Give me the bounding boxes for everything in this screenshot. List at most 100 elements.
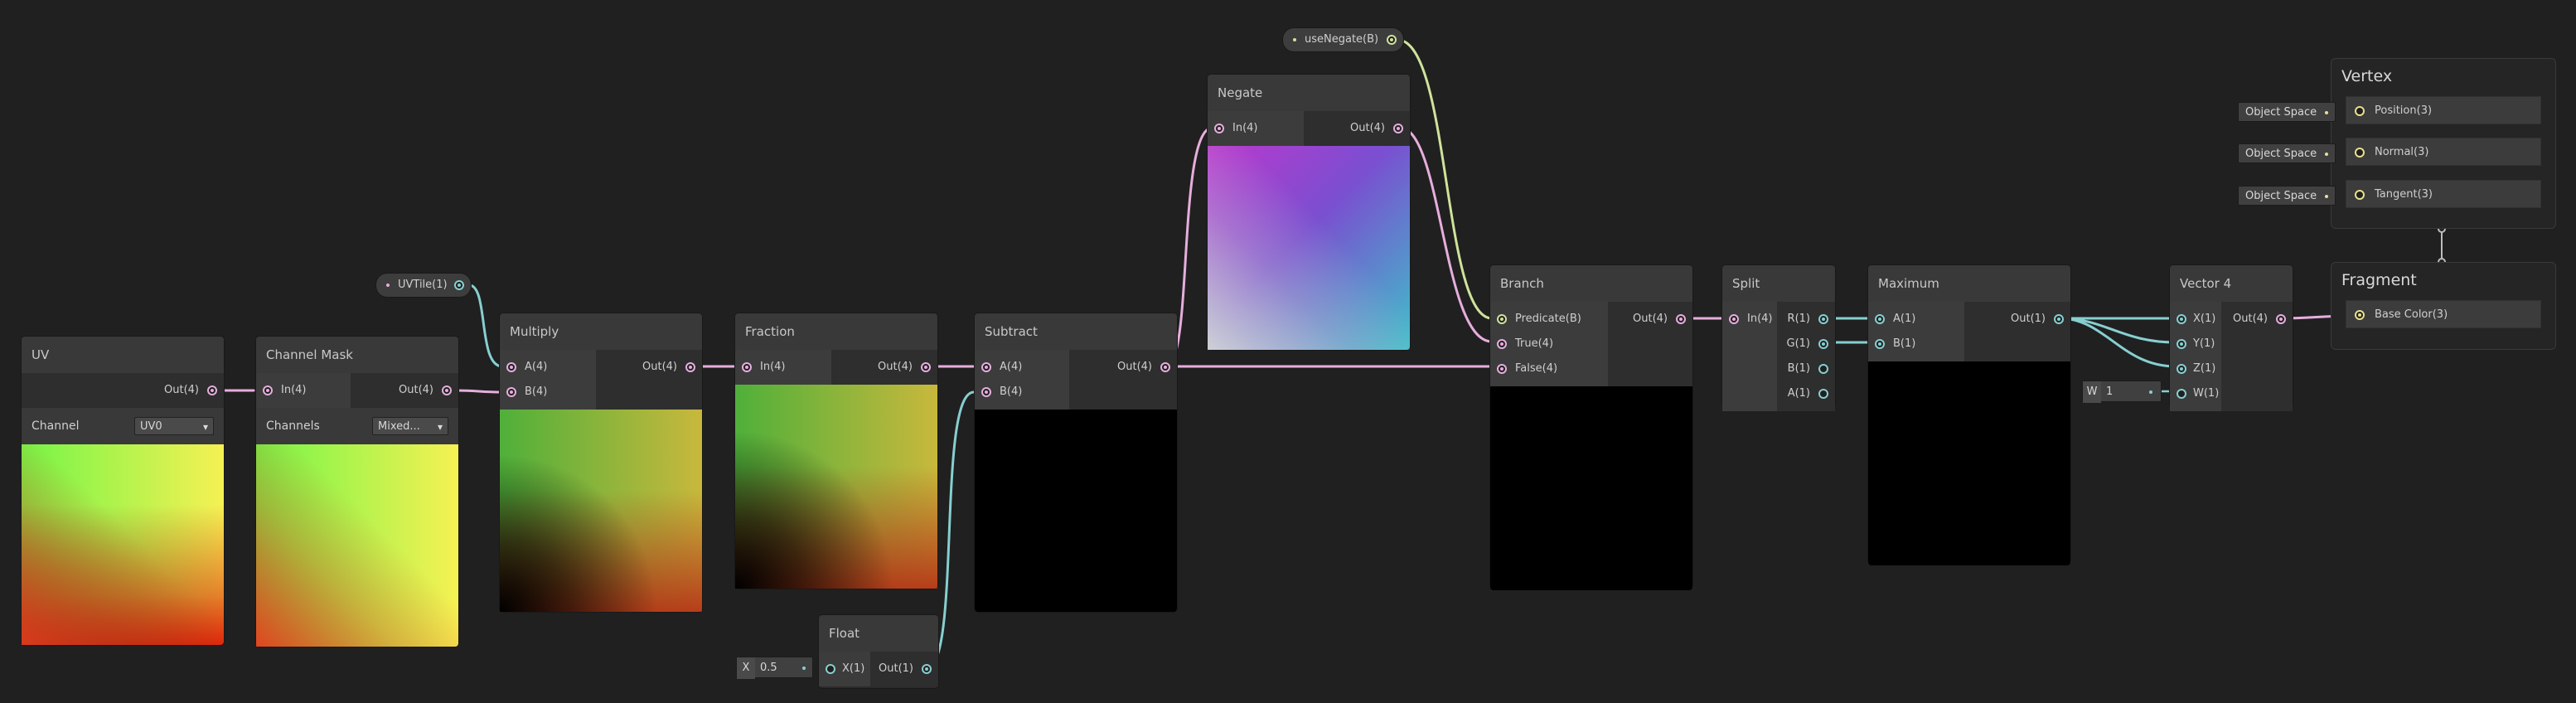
position-space-field[interactable]: Object Space — [2238, 102, 2336, 122]
multiply-in-a-dot[interactable] — [506, 362, 516, 372]
subtract-in-a-port[interactable]: A(4) — [975, 355, 1069, 380]
float-out-port[interactable]: Out(1) — [870, 657, 938, 681]
fraction-in-dot[interactable] — [742, 362, 752, 372]
vector4-w-field[interactable]: W1 — [2082, 381, 2162, 403]
branch-false-dot[interactable] — [1497, 364, 1507, 374]
uvtile-property-node[interactable]: UVTile(1) — [376, 274, 471, 297]
split-node[interactable]: Split In(4) R(1) G(1) B(1) A(1) — [1722, 265, 1835, 411]
vertex-block-position[interactable]: Position(3) — [2346, 96, 2541, 124]
maximum-out-port[interactable]: Out(1) — [1964, 307, 2070, 332]
vector4-z-dot[interactable] — [2177, 364, 2186, 374]
multiply-node[interactable]: Multiply A(4) B(4) Out(4) — [500, 313, 702, 612]
float-node[interactable]: Float X(1) Out(1) — [819, 615, 938, 688]
vector4-y-port[interactable]: Y(1) — [2170, 332, 2221, 356]
subtract-title: Subtract — [975, 313, 1177, 350]
vector4-out-dot[interactable] — [2276, 314, 2286, 324]
maximum-out-dot[interactable] — [2054, 314, 2064, 324]
fraction-node[interactable]: Fraction In(4) Out(4) — [735, 313, 937, 589]
branch-node[interactable]: Branch Predicate(B) True(4) False(4) Out… — [1490, 265, 1692, 590]
fraction-title: Fraction — [735, 313, 937, 350]
multiply-out-port[interactable]: Out(4) — [596, 355, 702, 380]
negate-preview — [1208, 146, 1410, 350]
negate-in-port[interactable]: In(4) — [1208, 116, 1304, 141]
maximum-in-b-dot[interactable] — [1875, 339, 1885, 349]
float-in-dot[interactable] — [826, 664, 835, 674]
vertex-block-tangent[interactable]: Tangent(3) — [2346, 180, 2541, 208]
uvtile-out-dot[interactable] — [453, 280, 464, 290]
channel-mask-out-port[interactable]: Out(4) — [351, 378, 458, 403]
channel-mask-in-dot[interactable] — [263, 385, 273, 395]
channel-mask-channels-dropdown[interactable]: Mixed... — [372, 417, 448, 436]
base-color-dot[interactable] — [2355, 310, 2365, 320]
uv-channel-dropdown[interactable]: UV0 — [134, 417, 214, 436]
split-in-port[interactable]: In(4) — [1722, 307, 1777, 332]
fraction-out-dot[interactable] — [921, 362, 931, 372]
subtract-out-dot[interactable] — [1160, 362, 1170, 372]
channel-mask-node[interactable]: Channel Mask In(4) Out(4) Channels Mixed… — [256, 337, 458, 647]
fraction-out-port[interactable]: Out(4) — [831, 355, 937, 380]
vector4-x-port[interactable]: X(1) — [2170, 307, 2221, 332]
subtract-out-port[interactable]: Out(4) — [1069, 355, 1177, 380]
uv-node[interactable]: UV Out(4) Channel UV0 — [22, 337, 224, 645]
normal-dot[interactable] — [2355, 148, 2365, 158]
negate-out-dot[interactable] — [1393, 124, 1403, 133]
float-x-field[interactable]: X 0.5 — [736, 657, 813, 679]
tangent-dot[interactable] — [2355, 190, 2365, 200]
branch-true-port[interactable]: True(4) — [1490, 332, 1608, 356]
normal-space-dot — [2325, 153, 2328, 156]
multiply-out-dot[interactable] — [685, 362, 695, 372]
subtract-in-b-port[interactable]: B(4) — [975, 380, 1069, 405]
maximum-node[interactable]: Maximum A(1) B(1) Out(1) — [1868, 265, 2070, 565]
channel-mask-in-port[interactable]: In(4) — [256, 378, 351, 403]
split-a-dot[interactable] — [1818, 389, 1828, 399]
uv-out-port[interactable]: Out(4) — [22, 378, 224, 403]
split-g-dot[interactable] — [1818, 339, 1828, 349]
multiply-in-b-dot[interactable] — [506, 387, 516, 397]
split-a-port[interactable]: A(1) — [1777, 381, 1835, 406]
branch-out-dot[interactable] — [1676, 314, 1686, 324]
branch-true-dot[interactable] — [1497, 339, 1507, 349]
split-g-port[interactable]: G(1) — [1777, 332, 1835, 356]
split-r-port[interactable]: R(1) — [1777, 307, 1835, 332]
subtract-in-a-dot[interactable] — [981, 362, 991, 372]
multiply-in-b-port[interactable]: B(4) — [500, 380, 596, 405]
branch-false-label: False(4) — [1515, 362, 1558, 375]
vector4-w-port[interactable]: W(1) — [2170, 381, 2221, 406]
subtract-in-b-dot[interactable] — [981, 387, 991, 397]
split-r-dot[interactable] — [1818, 314, 1828, 324]
float-in-port[interactable]: X(1) — [819, 657, 870, 681]
channel-mask-out-dot[interactable] — [442, 385, 452, 395]
usenegate-property-node[interactable]: useNegate(B) — [1283, 28, 1404, 51]
position-dot[interactable] — [2355, 106, 2365, 116]
fraction-in-port[interactable]: In(4) — [735, 355, 831, 380]
split-in-dot[interactable] — [1729, 314, 1739, 324]
subtract-node[interactable]: Subtract A(4) B(4) Out(4) — [975, 313, 1177, 612]
split-b-port[interactable]: B(1) — [1777, 356, 1835, 381]
negate-node[interactable]: Negate In(4) Out(4) — [1208, 75, 1410, 350]
tangent-space-field[interactable]: Object Space — [2238, 186, 2336, 206]
maximum-in-b-port[interactable]: B(1) — [1868, 332, 1964, 356]
branch-false-port[interactable]: False(4) — [1490, 356, 1608, 381]
vertex-block-normal[interactable]: Normal(3) — [2346, 138, 2541, 166]
float-out-dot[interactable] — [922, 664, 932, 674]
vector4-out-port[interactable]: Out(4) — [2221, 307, 2293, 332]
vector4-title: Vector 4 — [2170, 265, 2293, 302]
fragment-block-base-color[interactable]: Base Color(3) — [2346, 300, 2541, 328]
vector4-y-dot[interactable] — [2177, 339, 2186, 349]
split-b-dot[interactable] — [1818, 364, 1828, 374]
branch-predicate-dot[interactable] — [1497, 314, 1507, 324]
uv-out-dot[interactable] — [207, 385, 217, 395]
normal-space-field[interactable]: Object Space — [2238, 143, 2336, 163]
maximum-in-a-dot[interactable] — [1875, 314, 1885, 324]
negate-in-dot[interactable] — [1214, 124, 1224, 133]
multiply-in-a-port[interactable]: A(4) — [500, 355, 596, 380]
vector4-x-dot[interactable] — [2177, 314, 2186, 324]
maximum-in-a-port[interactable]: A(1) — [1868, 307, 1964, 332]
vector4-w-dot[interactable] — [2177, 389, 2186, 399]
vector4-node[interactable]: Vector 4 X(1) Y(1) Z(1) W(1) Out(4) — [2170, 265, 2293, 411]
negate-out-port[interactable]: Out(4) — [1304, 116, 1410, 141]
usenegate-out-dot[interactable] — [1387, 35, 1397, 45]
vector4-z-port[interactable]: Z(1) — [2170, 356, 2221, 381]
branch-out-port[interactable]: Out(4) — [1608, 307, 1692, 332]
branch-predicate-port[interactable]: Predicate(B) — [1490, 307, 1608, 332]
